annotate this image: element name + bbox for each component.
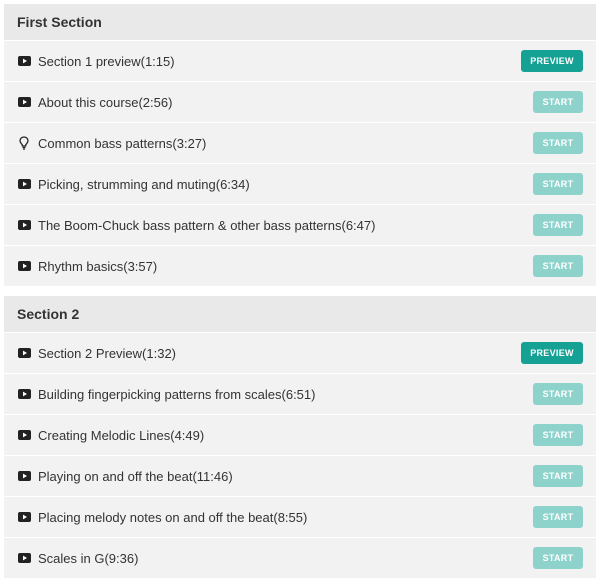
lesson-row[interactable]: Picking, strumming and muting(6:34) STAR… — [4, 164, 596, 205]
preview-button[interactable]: PREVIEW — [521, 50, 583, 72]
lesson-title: Section 1 preview(1:15) — [38, 53, 175, 69]
lesson-title: The Boom-Chuck bass pattern & other bass… — [38, 217, 376, 233]
lightbulb-icon — [17, 136, 31, 150]
video-icon — [17, 346, 31, 360]
lesson-title: Placing melody notes on and off the beat… — [38, 509, 308, 525]
section-2: Section 2 Section 2 Preview(1:32) PREVIE… — [4, 296, 596, 578]
lesson-row[interactable]: Common bass patterns(3:27) START — [4, 123, 596, 164]
start-button[interactable]: START — [533, 132, 583, 154]
lesson-row[interactable]: Playing on and off the beat(11:46) START — [4, 456, 596, 497]
lesson-row[interactable]: Section 2 Preview(1:32) PREVIEW — [4, 333, 596, 374]
lesson-row[interactable]: About this course(2:56) START — [4, 82, 596, 123]
lesson-row[interactable]: Creating Melodic Lines(4:49) START — [4, 415, 596, 456]
video-icon — [17, 469, 31, 483]
start-button[interactable]: START — [533, 547, 583, 569]
video-icon — [17, 428, 31, 442]
start-button[interactable]: START — [533, 424, 583, 446]
lesson-title: Playing on and off the beat(11:46) — [38, 468, 233, 484]
start-button[interactable]: START — [533, 214, 583, 236]
lesson-row[interactable]: Placing melody notes on and off the beat… — [4, 497, 596, 538]
section-header: First Section — [4, 4, 596, 41]
lesson-row[interactable]: Building fingerpicking patterns from sca… — [4, 374, 596, 415]
start-button[interactable]: START — [533, 91, 583, 113]
lesson-title: Creating Melodic Lines(4:49) — [38, 427, 205, 443]
start-button[interactable]: START — [533, 465, 583, 487]
start-button[interactable]: START — [533, 255, 583, 277]
lesson-title: Building fingerpicking patterns from sca… — [38, 386, 316, 402]
lesson-row[interactable]: Rhythm basics(3:57) START — [4, 246, 596, 286]
preview-button[interactable]: PREVIEW — [521, 342, 583, 364]
video-icon — [17, 218, 31, 232]
lesson-title: Rhythm basics(3:57) — [38, 258, 158, 274]
video-icon — [17, 510, 31, 524]
lesson-row[interactable]: Section 1 preview(1:15) PREVIEW — [4, 41, 596, 82]
video-icon — [17, 259, 31, 273]
start-button[interactable]: START — [533, 383, 583, 405]
lesson-title: Scales in G(9:36) — [38, 550, 139, 566]
lesson-title: Picking, strumming and muting(6:34) — [38, 176, 250, 192]
video-icon — [17, 387, 31, 401]
lesson-row[interactable]: The Boom-Chuck bass pattern & other bass… — [4, 205, 596, 246]
lesson-title: Common bass patterns(3:27) — [38, 135, 207, 151]
section-first: First Section Section 1 preview(1:15) PR… — [4, 4, 596, 286]
lesson-title: Section 2 Preview(1:32) — [38, 345, 177, 361]
start-button[interactable]: START — [533, 173, 583, 195]
lesson-title: About this course(2:56) — [38, 94, 173, 110]
lesson-row[interactable]: Scales in G(9:36) START — [4, 538, 596, 578]
start-button[interactable]: START — [533, 506, 583, 528]
video-icon — [17, 177, 31, 191]
video-icon — [17, 551, 31, 565]
video-icon — [17, 54, 31, 68]
section-header: Section 2 — [4, 296, 596, 333]
video-icon — [17, 95, 31, 109]
